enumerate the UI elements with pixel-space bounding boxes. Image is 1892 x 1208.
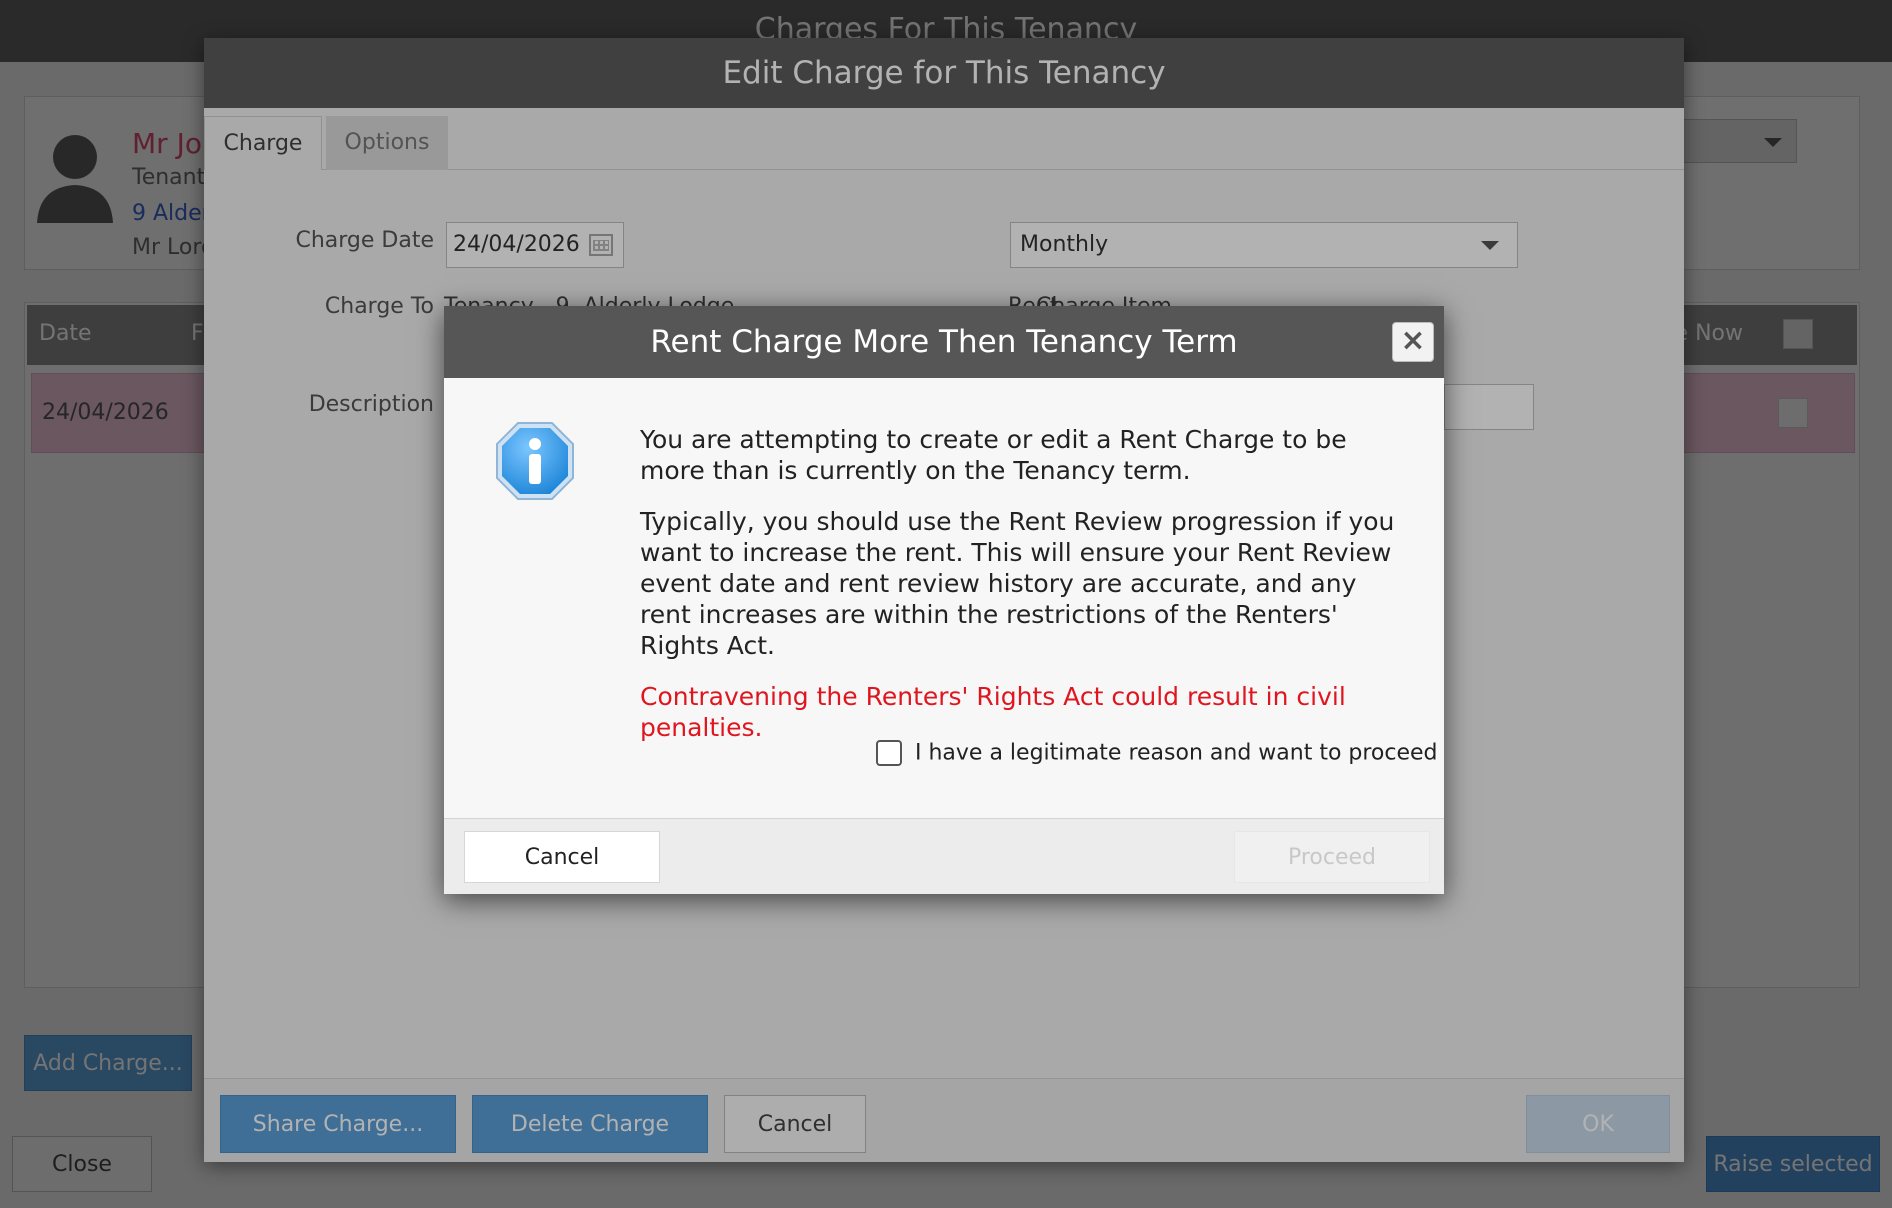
alert-paragraph-2: Typically, you should use the Rent Revie… — [640, 507, 1395, 660]
alert-title: Rent Charge More Then Tenancy Term — [444, 306, 1444, 378]
rent-charge-alert-dialog: Rent Charge More Then Tenancy Term × You… — [444, 306, 1444, 894]
confirm-reason-checkbox[interactable] — [876, 740, 902, 766]
confirm-reason-option[interactable]: I have a legitimate reason and want to p… — [876, 740, 1438, 766]
alert-message: You are attempting to create or edit a R… — [640, 424, 1400, 763]
close-icon[interactable]: × — [1392, 322, 1434, 362]
alert-paragraph-1: You are attempting to create or edit a R… — [640, 425, 1347, 485]
proceed-button[interactable]: Proceed — [1234, 831, 1430, 883]
info-icon — [496, 422, 574, 500]
alert-cancel-button[interactable]: Cancel — [464, 831, 660, 883]
alert-footer: Cancel Proceed — [444, 818, 1444, 894]
confirm-reason-label[interactable]: I have a legitimate reason and want to p… — [915, 741, 1438, 766]
alert-warning: Contravening the Renters' Rights Act cou… — [640, 682, 1346, 742]
